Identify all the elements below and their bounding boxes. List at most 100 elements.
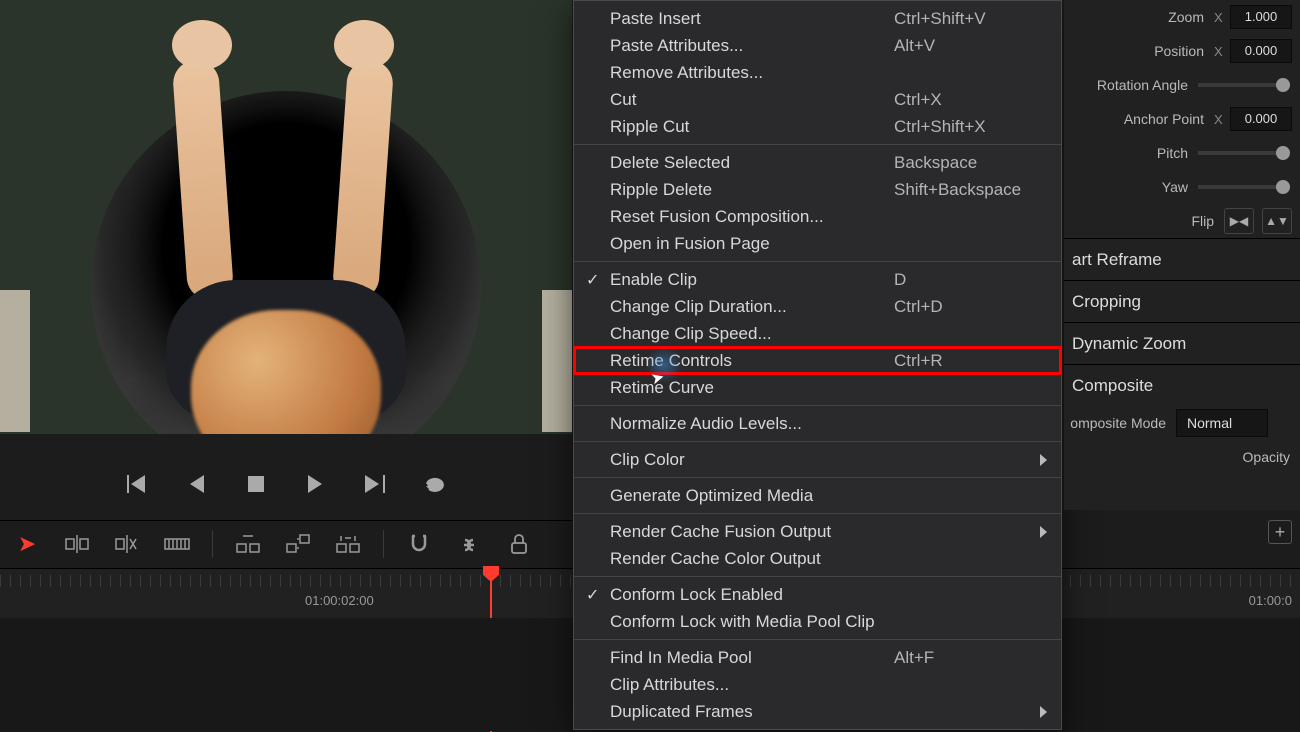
menu-item-label: Duplicated Frames <box>610 702 753 722</box>
menu-item-label: Clip Attributes... <box>610 675 729 695</box>
lock-icon[interactable] <box>504 529 534 559</box>
menu-item-label: Render Cache Fusion Output <box>610 522 831 542</box>
menu-item-label: Delete Selected <box>610 153 730 173</box>
menu-item-enable-clip[interactable]: ✓Enable ClipD <box>574 266 1061 293</box>
menu-shortcut: Ctrl+R <box>894 351 943 371</box>
menu-item-duplicated-frames[interactable]: Duplicated Frames <box>574 698 1061 725</box>
menu-separator <box>574 477 1061 478</box>
pitch-slider[interactable] <box>1198 151 1290 155</box>
next-frame-button[interactable] <box>361 469 391 499</box>
anchor-label: Anchor Point <box>1064 111 1214 127</box>
menu-item-paste-insert[interactable]: Paste InsertCtrl+Shift+V <box>574 5 1061 32</box>
timeline-toolbar: ➤ <box>0 520 572 566</box>
menu-item-label: Cut <box>610 90 636 110</box>
menu-shortcut: D <box>894 270 906 290</box>
flip-v-button[interactable]: ▲▼ <box>1262 208 1292 234</box>
menu-shortcut: Alt+F <box>894 648 934 668</box>
blade-tool-icon[interactable] <box>233 529 263 559</box>
menu-item-label: Clip Color <box>610 450 685 470</box>
menu-item-label: Enable Clip <box>610 270 697 290</box>
menu-separator <box>574 261 1061 262</box>
menu-item-delete-selected[interactable]: Delete SelectedBackspace <box>574 149 1061 176</box>
chevron-right-icon <box>1040 454 1047 466</box>
menu-item-label: Paste Insert <box>610 9 701 29</box>
position-label: Position <box>1064 43 1214 59</box>
menu-item-label: Render Cache Color Output <box>610 549 821 569</box>
menu-item-conform-lock-enabled[interactable]: ✓ Conform Lock Enabled <box>574 581 1061 608</box>
menu-item-clip-attributes[interactable]: Clip Attributes... <box>574 671 1061 698</box>
menu-separator <box>574 441 1061 442</box>
menu-separator <box>574 144 1061 145</box>
menu-item-label: Paste Attributes... <box>610 36 743 56</box>
menu-item-paste-attributes[interactable]: Paste Attributes... Alt+V <box>574 32 1061 59</box>
menu-item-label: Open in Fusion Page <box>610 234 770 254</box>
composite-mode-dropdown[interactable]: Normal <box>1176 409 1268 437</box>
menu-item-change-clip-speed[interactable]: Change Clip Speed... <box>574 320 1061 347</box>
menu-shortcut: Shift+Backspace <box>894 180 1021 200</box>
menu-item-conform-lock-with-media-pool-clip[interactable]: Conform Lock with Media Pool Clip <box>574 608 1061 635</box>
menu-item-cut[interactable]: Cut Ctrl+X <box>574 86 1061 113</box>
anchor-x-input[interactable]: 0.000 <box>1230 107 1292 131</box>
menu-item-find-in-media-pool[interactable]: Find In Media PoolAlt+F <box>574 644 1061 671</box>
menu-item-label: Ripple Cut <box>610 117 689 137</box>
insert-tool-icon[interactable] <box>62 529 92 559</box>
axis-x: X <box>1214 44 1230 59</box>
menu-item-generate-optimized-media[interactable]: Generate Optimized Media <box>574 482 1061 509</box>
ripple-tool-icon[interactable] <box>333 529 363 559</box>
menu-item-label: Generate Optimized Media <box>610 486 813 506</box>
menu-separator <box>574 405 1061 406</box>
section-cropping[interactable]: Cropping <box>1064 280 1300 322</box>
loop-button[interactable] <box>421 469 451 499</box>
selection-tool-icon[interactable]: ➤ <box>12 529 42 559</box>
overwrite-tool-icon[interactable] <box>112 529 142 559</box>
section-composite[interactable]: Composite <box>1064 364 1300 406</box>
section-smart-reframe[interactable]: art Reframe <box>1064 238 1300 280</box>
menu-item-ripple-delete[interactable]: Ripple Delete Shift+Backspace <box>574 176 1061 203</box>
check-icon: ✓ <box>586 585 599 605</box>
menu-separator <box>574 513 1061 514</box>
menu-item-ripple-cut[interactable]: Ripple CutCtrl+Shift+X <box>574 113 1061 140</box>
inspector-panel: Zoom X 1.000 Position X 0.000 Rotation A… <box>1064 0 1300 510</box>
first-frame-button[interactable] <box>121 469 151 499</box>
pitch-label: Pitch <box>1064 145 1198 161</box>
context-menu: Paste InsertCtrl+Shift+VPaste Attributes… <box>573 0 1062 730</box>
menu-item-label: Reset Fusion Composition... <box>610 207 824 227</box>
flip-h-button[interactable]: ▶◀ <box>1224 208 1254 234</box>
menu-item-label: Remove Attributes... <box>610 63 763 83</box>
axis-x: X <box>1214 112 1230 127</box>
play-button[interactable] <box>301 469 331 499</box>
snap-icon[interactable] <box>404 529 434 559</box>
menu-item-reset-fusion-composition[interactable]: Reset Fusion Composition... <box>574 203 1061 230</box>
menu-item-change-clip-duration[interactable]: Change Clip Duration...Ctrl+D <box>574 293 1061 320</box>
timecode-label: 01:00:02:00 <box>305 593 374 608</box>
position-x-input[interactable]: 0.000 <box>1230 39 1292 63</box>
menu-item-label: Retime Curve <box>610 378 714 398</box>
video-viewer[interactable] <box>0 0 572 434</box>
menu-item-retime-curve[interactable]: Retime Curve <box>574 374 1061 401</box>
menu-shortcut: Alt+V <box>894 36 935 56</box>
menu-item-clip-color[interactable]: Clip Color <box>574 446 1061 473</box>
zoom-x-input[interactable]: 1.000 <box>1230 5 1292 29</box>
menu-item-open-in-fusion-page[interactable]: Open in Fusion Page <box>574 230 1061 257</box>
menu-shortcut: Ctrl+X <box>894 90 942 110</box>
menu-item-render-cache-fusion-output[interactable]: Render Cache Fusion Output <box>574 518 1061 545</box>
replace-tool-icon[interactable] <box>162 529 192 559</box>
menu-item-normalize-audio-levels[interactable]: Normalize Audio Levels... <box>574 410 1061 437</box>
link-icon[interactable] <box>454 529 484 559</box>
add-button[interactable]: + <box>1268 520 1292 544</box>
prev-frame-button[interactable] <box>181 469 211 499</box>
menu-separator <box>574 576 1061 577</box>
menu-item-remove-attributes[interactable]: Remove Attributes... <box>574 59 1061 86</box>
yaw-slider[interactable] <box>1198 185 1290 189</box>
menu-item-label: Conform Lock Enabled <box>610 585 783 605</box>
zoom-label: Zoom <box>1064 9 1214 25</box>
menu-item-retime-controls[interactable]: Retime ControlsCtrl+R <box>574 347 1061 374</box>
menu-item-label: Conform Lock with Media Pool Clip <box>610 612 875 632</box>
section-dynamic-zoom[interactable]: Dynamic Zoom <box>1064 322 1300 364</box>
swap-tool-icon[interactable] <box>283 529 313 559</box>
stop-button[interactable] <box>241 469 271 499</box>
rotation-slider[interactable] <box>1198 83 1290 87</box>
menu-item-render-cache-color-output[interactable]: Render Cache Color Output <box>574 545 1061 572</box>
menu-item-label: Ripple Delete <box>610 180 712 200</box>
axis-x: X <box>1214 10 1230 25</box>
